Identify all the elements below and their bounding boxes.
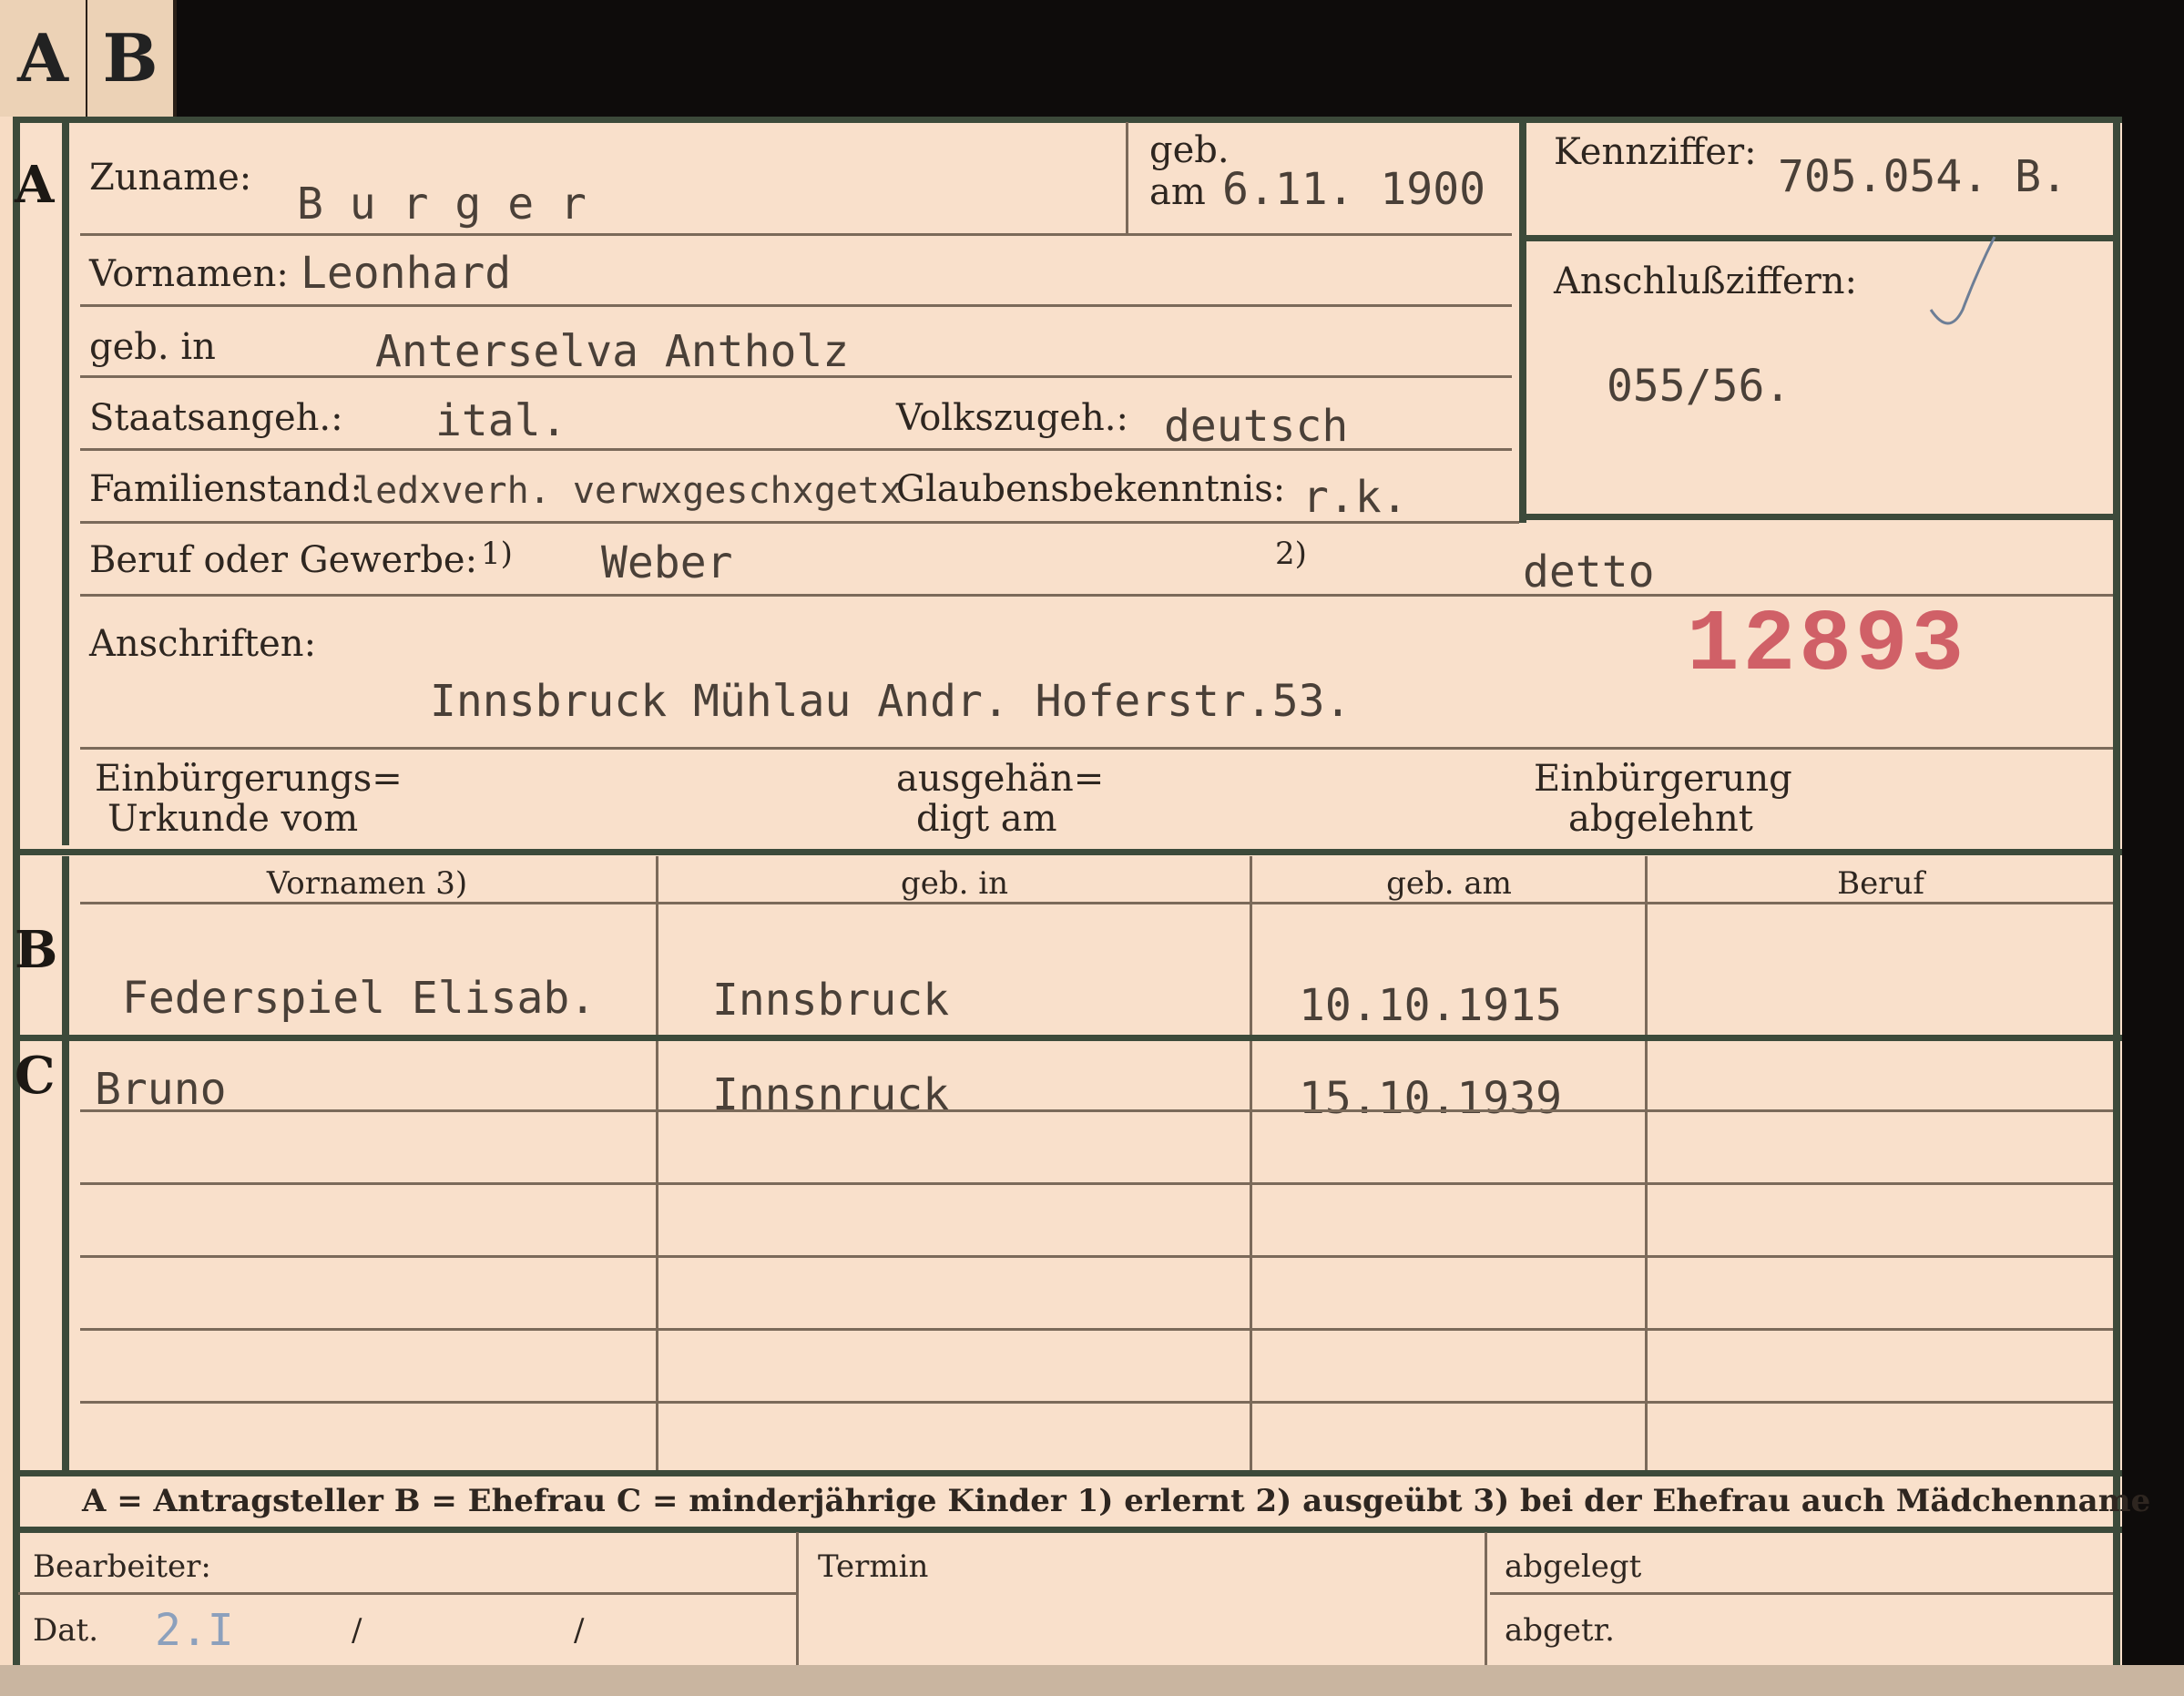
connection-value: 055/56. — [1607, 361, 1791, 412]
divider-dob — [1126, 122, 1128, 233]
rule-worker — [18, 1592, 796, 1595]
tab-a[interactable]: A — [0, 0, 89, 117]
section-c-letter: C — [15, 1046, 56, 1106]
section-b-letter: B — [15, 920, 58, 980]
rejected-label-1: Einbürgerung — [1534, 758, 1792, 800]
child-birthplace: Innsnruck — [712, 1069, 950, 1120]
profession-practiced-value: detto — [1523, 547, 1655, 598]
rule-section-c-end — [13, 1470, 2122, 1476]
date-sep-1: / — [352, 1612, 362, 1649]
ethnicity-label: Volkszugeh.: — [896, 397, 1128, 439]
religion-label: Glaubensbekenntnis: — [896, 468, 1286, 510]
rejected-label-2: abgelehnt — [1568, 798, 1753, 840]
religion-value: r.k. — [1302, 472, 1408, 523]
rule-filed — [1490, 1592, 2113, 1595]
profession-value: Weber — [601, 537, 733, 588]
born-on-label: am — [1149, 171, 1206, 213]
birthplace-value: Anterselva Antholz — [375, 326, 850, 377]
citizenship-label: Staatsangeh.: — [89, 397, 343, 439]
rule-section-a-end — [13, 849, 2122, 855]
id-box-bottom — [1519, 514, 2117, 520]
id-value: 705.054. B. — [1778, 151, 2067, 202]
naturalization-label-2: Urkunde vom — [107, 798, 359, 840]
marital-value: ledxverh. verwxgeschxgetx — [353, 470, 903, 512]
right-black-band — [2122, 117, 2184, 1696]
address-value: Innsbruck Mühlau Andr. Hoferstr.53. — [430, 676, 1352, 727]
footer-divider-1 — [796, 1532, 799, 1665]
col-header-birthplace: geb. in — [900, 865, 1009, 902]
rule-child-4 — [80, 1328, 2113, 1331]
rule-address — [80, 747, 2113, 750]
marital-label: Familienstand: — [89, 468, 362, 510]
handed-label: abgetr. — [1505, 1612, 1615, 1649]
connection-label: Anschlußziffern: — [1554, 261, 1857, 302]
date-label: Dat. — [33, 1612, 99, 1649]
tab-b[interactable]: B — [87, 0, 177, 117]
frame-right — [2113, 117, 2120, 1665]
stamp-number: 12893 — [1687, 596, 1968, 695]
rule-birthplace — [80, 375, 1512, 378]
ethnicity-value: deutsch — [1164, 401, 1349, 452]
surname-label: Zuname: — [89, 157, 252, 199]
firstnames-label: Vornamen: — [89, 253, 289, 295]
deadline-label: Termin — [818, 1548, 929, 1585]
birth-date: 6.11. 1900 — [1222, 164, 1485, 215]
tab-a-label: A — [17, 19, 68, 97]
bottom-edge — [0, 1665, 2184, 1696]
tab-b-label: B — [102, 19, 158, 97]
col-header-firstnames: Vornamen 3) — [266, 865, 468, 902]
col-line-3 — [1645, 856, 1648, 1472]
frame-top — [13, 117, 2122, 123]
rule-child-5 — [80, 1401, 2113, 1404]
child-birthdate: 15.10.1939 — [1299, 1073, 1562, 1124]
rule-child-2 — [80, 1182, 2113, 1185]
rule-surname — [80, 233, 1512, 236]
wife-name: Federspiel Elisab. — [122, 973, 597, 1024]
rule-citizenship — [80, 448, 1512, 451]
firstnames-value: Leonhard — [301, 248, 512, 299]
citizenship-value: ital. — [435, 395, 567, 446]
rule-table-header — [80, 902, 2113, 904]
date-sep-2: / — [574, 1612, 585, 1649]
date-value: 2.I — [155, 1605, 234, 1656]
legend-text: A = Antragsteller B = Ehefrau C = minder… — [82, 1483, 2151, 1519]
wife-birthdate: 10.10.1915 — [1299, 980, 1562, 1031]
section-a-letter: A — [15, 155, 55, 215]
rule-section-b-end — [13, 1035, 2122, 1041]
wife-birthplace: Innsbruck — [712, 975, 950, 1026]
id-label: Kennziffer: — [1554, 131, 1757, 173]
id-box-left — [1519, 117, 1526, 523]
born-label: geb. — [1149, 129, 1230, 171]
col-line-1 — [656, 856, 658, 1472]
address-label: Anschriften: — [89, 623, 317, 665]
check-mark-icon — [1929, 236, 1996, 325]
issued-label-1: ausgehän= — [896, 758, 1105, 800]
naturalization-label-1: Einbürgerungs= — [95, 758, 403, 800]
rule-child-3 — [80, 1255, 2113, 1258]
child-name: Bruno — [95, 1064, 227, 1115]
profession-note-1: 1) — [481, 536, 513, 572]
rule-child-1 — [80, 1109, 2113, 1112]
surname-value: B u r g e r — [297, 179, 587, 230]
footer-divider-2 — [1485, 1532, 1487, 1665]
col-line-2 — [1250, 856, 1252, 1472]
rule-legend-end — [13, 1527, 2122, 1533]
col-header-birthdate: geb. am — [1386, 865, 1512, 902]
rule-marital — [80, 521, 1519, 524]
profession-label: Beruf oder Gewerbe: — [89, 539, 478, 581]
issued-label-2: digt am — [916, 798, 1057, 840]
frame-left — [13, 117, 20, 1665]
birthplace-label: geb. in — [89, 326, 216, 368]
top-black-band — [173, 0, 2184, 117]
col-header-profession: Beruf — [1837, 865, 1924, 902]
worker-label: Bearbeiter: — [33, 1548, 211, 1585]
rule-firstnames — [80, 304, 1512, 307]
profession-note-2: 2) — [1275, 536, 1307, 572]
id-box-divider — [1519, 235, 2117, 241]
filed-label: abgelegt — [1505, 1548, 1642, 1585]
section-a-rule — [62, 117, 69, 845]
section-bc-rule — [62, 856, 69, 1472]
